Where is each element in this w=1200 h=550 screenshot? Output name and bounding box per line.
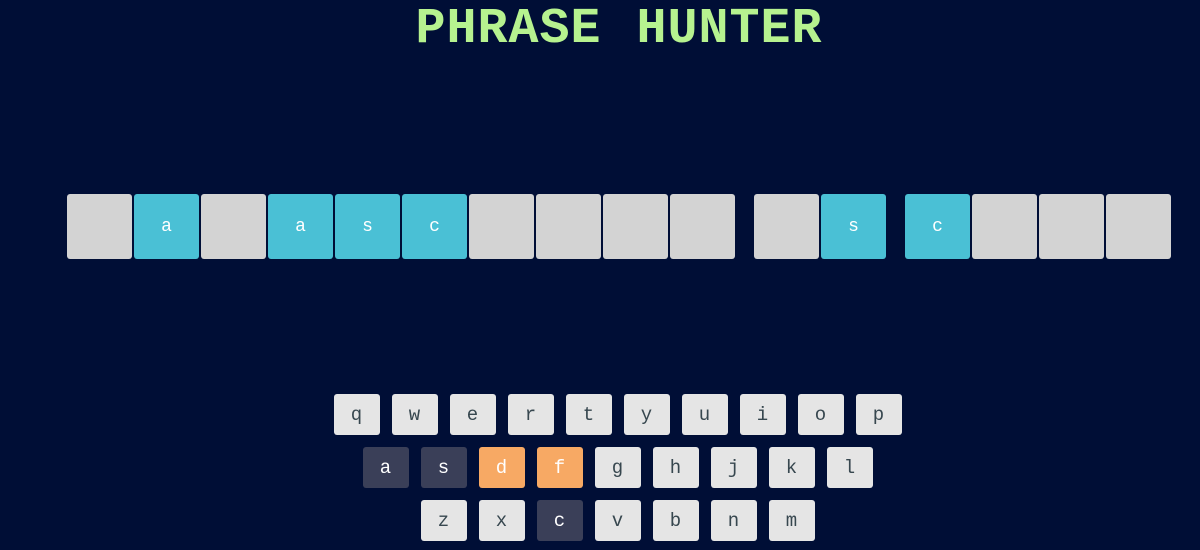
key-a-button[interactable]: a [362,447,409,488]
hidden-letter-tile [603,194,668,259]
keyboard-row: qwertyuiop [0,394,1200,435]
key-e-button[interactable]: e [449,394,496,435]
key-s-button[interactable]: s [420,447,467,488]
key-d-button[interactable]: d [478,447,525,488]
key-h-button[interactable]: h [652,447,699,488]
tile-letter: c [932,216,943,237]
revealed-letter-tile: a [134,194,199,259]
hidden-letter-tile [469,194,534,259]
key-r-button[interactable]: r [507,394,554,435]
tile-letter: c [429,216,440,237]
phrase-space [888,194,903,259]
key-t-button[interactable]: t [565,394,612,435]
key-p-button[interactable]: p [855,394,902,435]
key-u-button[interactable]: u [681,394,728,435]
game-title: PHRASE HUNTER [415,1,823,58]
key-k-button[interactable]: k [768,447,815,488]
tile-letter: a [161,216,172,237]
tile-letter: a [295,216,306,237]
revealed-letter-tile: s [821,194,886,259]
key-w-button[interactable]: w [391,394,438,435]
hidden-letter-tile [972,194,1037,259]
keyboard-row: asdfghjkl [0,447,1200,488]
revealed-letter-tile: c [402,194,467,259]
key-b-button[interactable]: b [652,500,699,541]
tile-letter: s [362,216,373,237]
hidden-letter-tile [670,194,735,259]
revealed-letter-tile: s [335,194,400,259]
key-n-button[interactable]: n [710,500,757,541]
key-x-button[interactable]: x [478,500,525,541]
revealed-letter-tile: a [268,194,333,259]
phrase-board: aascsc [67,194,1173,259]
hidden-letter-tile [1106,194,1171,259]
key-l-button[interactable]: l [826,447,873,488]
key-q-button[interactable]: q [333,394,380,435]
game-screen: PHRASE HUNTER aascsc qwertyuiopasdfghjkl… [0,0,1200,550]
key-o-button[interactable]: o [797,394,844,435]
key-g-button[interactable]: g [594,447,641,488]
phrase-space [737,194,752,259]
key-i-button[interactable]: i [739,394,786,435]
revealed-letter-tile: c [905,194,970,259]
tile-letter: s [848,216,859,237]
onscreen-keyboard: qwertyuiop asdfghjkl zxcvbnm [0,394,1200,550]
key-y-button[interactable]: y [623,394,670,435]
hidden-letter-tile [67,194,132,259]
hidden-letter-tile [1039,194,1104,259]
key-c-button[interactable]: c [536,500,583,541]
hidden-letter-tile [536,194,601,259]
key-v-button[interactable]: v [594,500,641,541]
key-j-button[interactable]: j [710,447,757,488]
key-f-button[interactable]: f [536,447,583,488]
key-z-button[interactable]: z [420,500,467,541]
hidden-letter-tile [754,194,819,259]
keyboard-row: zxcvbnm [0,500,1200,541]
key-m-button[interactable]: m [768,500,815,541]
hidden-letter-tile [201,194,266,259]
